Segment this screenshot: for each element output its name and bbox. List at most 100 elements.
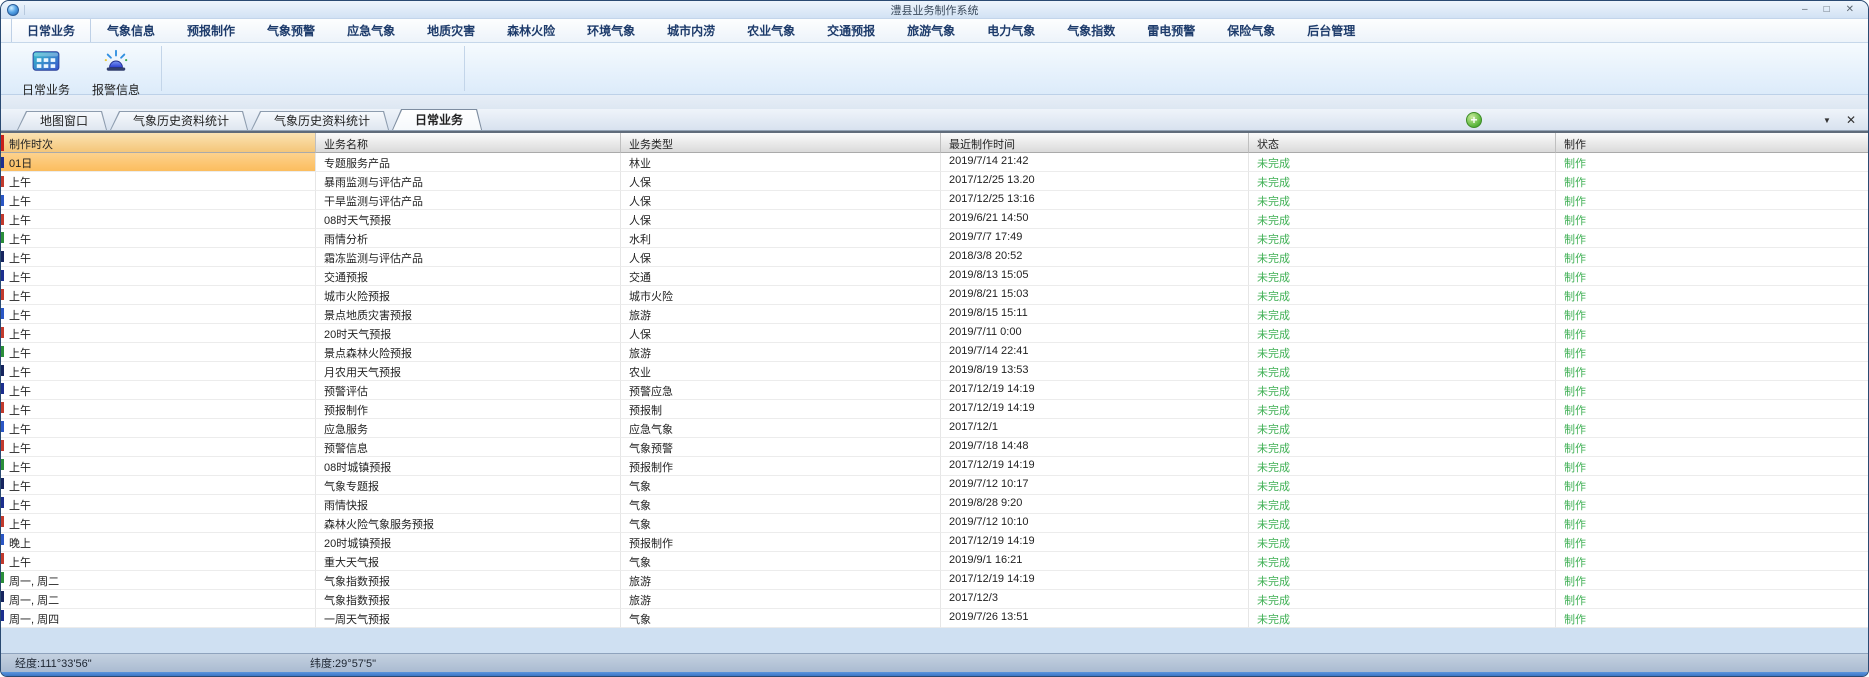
cell-time: 上午 [1,381,316,400]
table-row[interactable]: 上午森林火险气象服务预报气象2019/7/12 10:10未完成制作 [1,514,1868,533]
cell-name: 预报制作 [316,400,621,419]
table-row[interactable]: 上午景点森林火险预报旅游2019/7/14 22:41未完成制作 [1,343,1868,362]
table-row[interactable]: 上午干旱监测与评估产品人保2017/12/25 13:16未完成制作 [1,191,1868,210]
menu-item-7[interactable]: 森林火险 [491,17,571,42]
cell-action[interactable]: 制作 [1556,362,1868,381]
cell-action[interactable]: 制作 [1556,229,1868,248]
column-header-1[interactable]: 制作时次 [1,133,316,153]
tab-close-icon[interactable]: ✕ [1846,113,1856,127]
table-row[interactable]: 上午交通预报交通2019/8/13 15:05未完成制作 [1,267,1868,286]
table-row[interactable]: 周一, 周四一周天气预报气象2019/7/26 13:51未完成制作 [1,609,1868,628]
table-row[interactable]: 上午气象专题报气象2019/7/12 10:17未完成制作 [1,476,1868,495]
cell-action[interactable]: 制作 [1556,438,1868,457]
table-row[interactable]: 01日专题服务产品林业2019/7/14 21:42未完成制作 [1,153,1868,172]
cell-date: 2017/12/19 14:19 [941,533,1249,552]
cell-date: 2017/12/19 14:19 [941,400,1249,419]
table-row[interactable]: 上午08时城镇预报预报制作2017/12/19 14:19未完成制作 [1,457,1868,476]
cell-action[interactable]: 制作 [1556,514,1868,533]
cell-action[interactable]: 制作 [1556,286,1868,305]
cell-action[interactable]: 制作 [1556,267,1868,286]
table-row[interactable]: 上午景点地质灾害预报旅游2019/8/15 15:11未完成制作 [1,305,1868,324]
menu-item-3[interactable]: 预报制作 [171,17,251,42]
cell-action[interactable]: 制作 [1556,609,1868,628]
cell-date: 2019/6/21 14:50 [941,210,1249,229]
table-row[interactable]: 上午雨情分析水利2019/7/7 17:49未完成制作 [1,229,1868,248]
menu-item-1[interactable]: 日常业务 [11,17,91,42]
table-row[interactable]: 上午暴雨监测与评估产品人保2017/12/25 13.20未完成制作 [1,172,1868,191]
menu-item-8[interactable]: 环境气象 [571,17,651,42]
cell-action[interactable]: 制作 [1556,343,1868,362]
table-row[interactable]: 上午08时天气预报人保2019/6/21 14:50未完成制作 [1,210,1868,229]
cell-action[interactable]: 制作 [1556,476,1868,495]
cell-action[interactable]: 制作 [1556,248,1868,267]
cell-status: 未完成 [1249,191,1556,210]
cell-action[interactable]: 制作 [1556,153,1868,172]
cell-type: 旅游 [621,590,941,609]
column-header-3[interactable]: 业务类型 [621,133,941,153]
cell-type: 水利 [621,229,941,248]
menu-item-5[interactable]: 应急气象 [331,17,411,42]
menu-item-2[interactable]: 气象信息 [91,17,171,42]
table-row[interactable]: 上午应急服务应急气象2017/12/1未完成制作 [1,419,1868,438]
table-row[interactable]: 上午预警信息气象预警2019/7/18 14:48未完成制作 [1,438,1868,457]
tab-overflow-icon[interactable]: ▼ [1823,116,1831,125]
toolbar-button-daily-business[interactable]: 日常业务 [11,45,81,92]
cell-action[interactable]: 制作 [1556,495,1868,514]
doc-tab-1[interactable]: 地图窗口 [17,111,107,130]
cell-name: 20时天气预报 [316,324,621,343]
table-row[interactable]: 上午预报制作预报制2017/12/19 14:19未完成制作 [1,400,1868,419]
cell-action[interactable]: 制作 [1556,590,1868,609]
menu-item-13[interactable]: 电力气象 [971,17,1051,42]
cell-action[interactable]: 制作 [1556,172,1868,191]
menu-item-11[interactable]: 交通预报 [811,17,891,42]
table-row[interactable]: 晚上20时城镇预报预报制作2017/12/19 14:19未完成制作 [1,533,1868,552]
cell-action[interactable]: 制作 [1556,305,1868,324]
menu-item-4[interactable]: 气象预警 [251,17,331,42]
menu-item-9[interactable]: 城市内涝 [651,17,731,42]
menu-item-10[interactable]: 农业气象 [731,17,811,42]
table-row[interactable]: 上午重大天气报气象2019/9/1 16:21未完成制作 [1,552,1868,571]
cell-action[interactable]: 制作 [1556,419,1868,438]
table-row[interactable]: 周一, 周二气象指数预报旅游2017/12/3未完成制作 [1,590,1868,609]
menu-item-12[interactable]: 旅游气象 [891,17,971,42]
cell-action[interactable]: 制作 [1556,571,1868,590]
menu-item-6[interactable]: 地质灾害 [411,17,491,42]
column-header-5[interactable]: 状态 [1249,133,1556,153]
minimize-icon[interactable]: – [1802,4,1808,16]
table-row[interactable]: 上午月农用天气预报农业2019/8/19 13:53未完成制作 [1,362,1868,381]
menu-item-14[interactable]: 气象指数 [1051,17,1131,42]
cell-action[interactable]: 制作 [1556,533,1868,552]
add-tab-button[interactable]: + [1466,112,1482,128]
menu-item-16[interactable]: 保险气象 [1211,17,1291,42]
cell-type: 林业 [621,153,941,172]
cell-action[interactable]: 制作 [1556,552,1868,571]
cell-action[interactable]: 制作 [1556,210,1868,229]
cell-action[interactable]: 制作 [1556,400,1868,419]
menu-item-17[interactable]: 后台管理 [1291,17,1371,42]
table-row[interactable]: 上午城市火险预报城市火险2019/8/21 15:03未完成制作 [1,286,1868,305]
close-icon[interactable]: ✕ [1846,4,1854,16]
cell-name: 预警评估 [316,381,621,400]
table-row[interactable]: 上午霜冻监测与评估产品人保2018/3/8 20:52未完成制作 [1,248,1868,267]
cell-date: 2019/8/13 15:05 [941,267,1249,286]
cell-action[interactable]: 制作 [1556,381,1868,400]
cell-action[interactable]: 制作 [1556,457,1868,476]
cell-action[interactable]: 制作 [1556,191,1868,210]
table-row[interactable]: 周一, 周二气象指数预报旅游2017/12/19 14:19未完成制作 [1,571,1868,590]
doc-tab-3[interactable]: 气象历史资料统计 [251,111,389,130]
doc-tab-4[interactable]: 日常业务 [392,109,482,130]
maximize-icon[interactable]: □ [1824,4,1830,16]
table-row[interactable]: 上午雨情快报气象2019/8/28 9:20未完成制作 [1,495,1868,514]
table-row[interactable]: 上午20时天气预报人保2019/7/11 0:00未完成制作 [1,324,1868,343]
menu-item-15[interactable]: 雷电预警 [1131,17,1211,42]
cell-status: 未完成 [1249,267,1556,286]
cell-time: 上午 [1,172,316,191]
column-header-4[interactable]: 最近制作时间 [941,133,1249,153]
cell-name: 气象指数预报 [316,571,621,590]
table-row[interactable]: 上午预警评估预警应急2017/12/19 14:19未完成制作 [1,381,1868,400]
cell-action[interactable]: 制作 [1556,324,1868,343]
column-header-2[interactable]: 业务名称 [316,133,621,153]
toolbar-button-alarm-info[interactable]: 报警信息 [81,45,151,92]
doc-tab-2[interactable]: 气象历史资料统计 [110,111,248,130]
column-header-6[interactable]: 制作 [1556,133,1868,153]
